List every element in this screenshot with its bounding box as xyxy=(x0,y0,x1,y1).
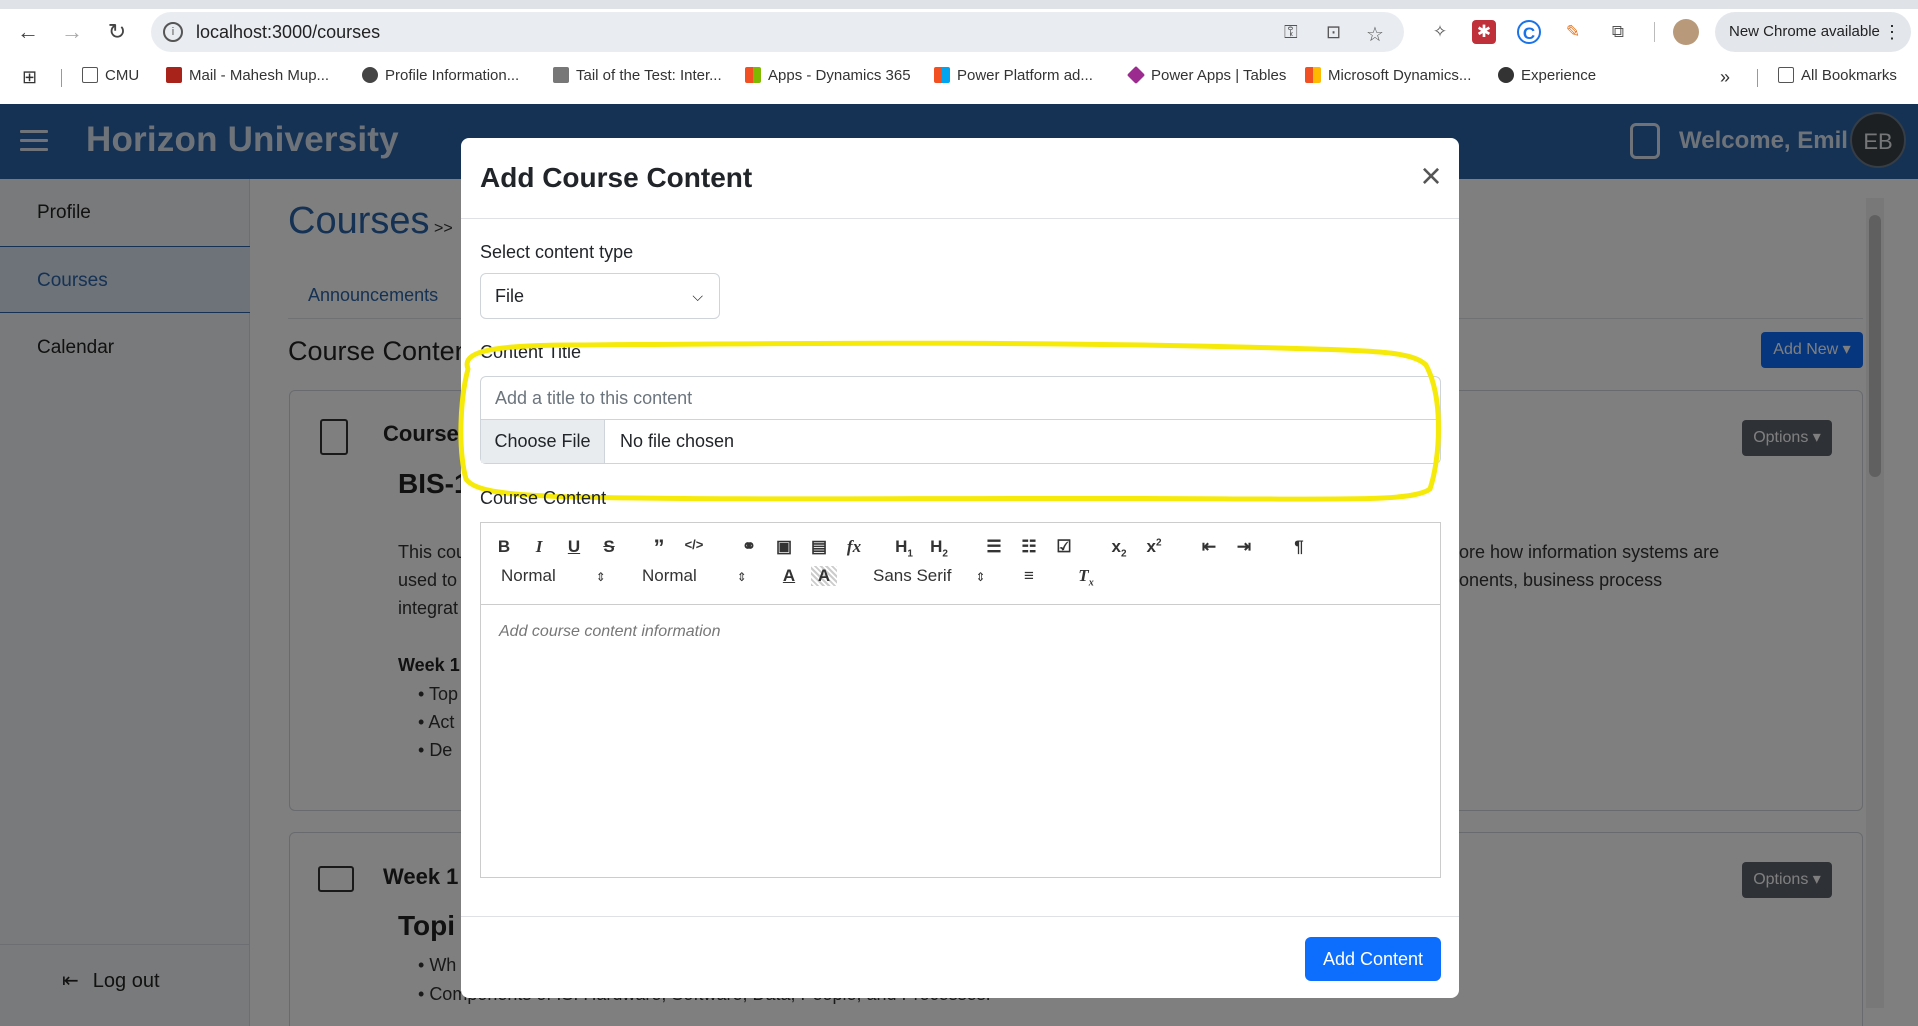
divider xyxy=(1654,22,1655,42)
profile-avatar[interactable] xyxy=(1673,19,1699,45)
rtl-icon[interactable]: ¶ xyxy=(1286,537,1312,557)
editor-toolbar: B I U S ” </> ⚭ ▣ ▤ fx H1 H2 ☰ ☷ ☑ x2 x2… xyxy=(481,523,1440,605)
divider xyxy=(1757,69,1758,87)
content-type-select[interactable]: File ⌵ xyxy=(480,273,720,319)
bookmark-item[interactable]: Power Platform ad... xyxy=(934,67,1093,84)
strike-icon[interactable]: S xyxy=(596,537,622,557)
align-icon[interactable]: ≡ xyxy=(1016,566,1042,586)
site-info-icon[interactable]: i xyxy=(163,22,183,42)
globe-icon xyxy=(1498,67,1514,83)
link-icon[interactable]: ⚭ xyxy=(736,537,762,557)
bullet-list-icon[interactable]: ☷ xyxy=(1016,537,1042,557)
sort-icon: ⇕ xyxy=(595,570,606,584)
apps-grid-icon[interactable]: ⊞ xyxy=(22,67,37,88)
h1-icon[interactable]: H1 xyxy=(891,537,917,559)
italic-icon[interactable]: I xyxy=(526,537,552,557)
bookmark-item[interactable]: Microsoft Dynamics... xyxy=(1305,67,1471,84)
puzzle-icon[interactable]: ⧉ xyxy=(1606,20,1630,44)
bookmark-label: Experience xyxy=(1521,67,1597,84)
powerapps-icon xyxy=(1126,65,1146,85)
select-value: Normal xyxy=(642,566,697,585)
kebab-icon: ⋮ xyxy=(1883,22,1901,42)
apple-icon xyxy=(362,67,378,83)
bookmark-label: Profile Information... xyxy=(385,67,520,84)
rich-text-editor: B I U S ” </> ⚭ ▣ ▤ fx H1 H2 ☰ ☷ ☑ x2 x2… xyxy=(480,522,1441,878)
install-icon[interactable]: ⊡ xyxy=(1326,22,1341,43)
bookmark-item[interactable]: Power Apps | Tables xyxy=(1126,65,1287,85)
blockquote-icon[interactable]: ” xyxy=(646,535,672,561)
bookmark-item[interactable]: Apps - Dynamics 365 xyxy=(745,67,911,84)
extension-icon[interactable]: ✧ xyxy=(1428,20,1452,44)
bookmark-item[interactable]: Profile Information... xyxy=(362,67,519,84)
text-color-icon[interactable]: A xyxy=(776,566,802,586)
bookmark-item[interactable]: CMU xyxy=(82,67,139,84)
ordered-list-icon[interactable]: ☰ xyxy=(981,537,1007,557)
bookmark-item[interactable]: Experience xyxy=(1498,67,1596,84)
subscript-icon[interactable]: x2 xyxy=(1106,537,1132,559)
indent-icon[interactable]: ⇥ xyxy=(1231,537,1257,557)
editor-placeholder[interactable]: Add course content information xyxy=(499,623,720,641)
modal-title: Add Course Content xyxy=(480,162,753,193)
forward-icon[interactable]: → xyxy=(58,18,86,46)
bookmark-item[interactable]: Mail - Mahesh Mup... xyxy=(166,67,329,84)
all-bookmarks[interactable]: All Bookmarks xyxy=(1778,67,1897,84)
background-color-icon[interactable]: A xyxy=(811,566,837,586)
folder-icon xyxy=(82,67,98,83)
formula-icon[interactable]: fx xyxy=(841,537,867,557)
checklist-icon[interactable]: ☑ xyxy=(1051,537,1077,557)
video-icon[interactable]: ▤ xyxy=(806,537,832,557)
folder-icon xyxy=(1778,67,1794,83)
content-type-label: Select content type xyxy=(480,242,634,262)
bookmark-item[interactable]: Tail of the Test: Inter... xyxy=(553,67,722,84)
bookmark-label: Power Apps | Tables xyxy=(1151,67,1287,84)
reload-icon[interactable]: ↻ xyxy=(103,18,131,46)
superscript-icon[interactable]: x2 xyxy=(1141,537,1167,557)
bookmark-label: Tail of the Test: Inter... xyxy=(576,67,722,84)
back-icon[interactable]: ← xyxy=(14,18,42,46)
add-content-button[interactable]: Add Content xyxy=(1305,937,1441,981)
chevron-down-icon: ⌵ xyxy=(692,288,703,304)
clear-format-icon[interactable]: Tx xyxy=(1073,566,1099,588)
select-value: Sans Serif xyxy=(873,566,952,585)
new-chrome-label: New Chrome available xyxy=(1729,23,1880,40)
select-value: File xyxy=(495,286,525,306)
microsoft-icon xyxy=(1305,67,1321,83)
bookmark-label: Apps - Dynamics 365 xyxy=(768,67,911,84)
bold-icon[interactable]: B xyxy=(491,537,517,557)
bird-icon xyxy=(553,67,569,83)
bookmark-label: Mail - Mahesh Mup... xyxy=(189,67,330,84)
code-icon[interactable]: </> xyxy=(681,537,707,552)
sort-icon: ⇕ xyxy=(736,570,747,584)
text-size-select[interactable]: Normal ⇕ xyxy=(642,566,747,586)
more-bookmarks-icon[interactable]: » xyxy=(1720,67,1730,88)
add-content-modal: Add Course Content × Select content type… xyxy=(458,138,1459,998)
picker-icon[interactable]: ✎ xyxy=(1561,20,1585,44)
extension-c-icon[interactable]: C xyxy=(1517,20,1541,44)
mail-icon xyxy=(166,67,182,83)
microsoft-icon xyxy=(934,67,950,83)
select-value: Normal xyxy=(501,566,556,585)
extension-icon[interactable]: ✱ xyxy=(1472,20,1496,44)
sort-icon: ⇕ xyxy=(975,570,986,584)
bookmark-label: CMU xyxy=(105,67,140,84)
outdent-icon[interactable]: ⇤ xyxy=(1196,537,1222,557)
microsoft-icon xyxy=(745,67,761,83)
h2-icon[interactable]: H2 xyxy=(926,537,952,559)
key-icon[interactable]: ⚿ xyxy=(1284,22,1298,43)
bookmark-label: Power Platform ad... xyxy=(957,67,1093,84)
course-content-label: Course Content xyxy=(480,488,607,508)
star-icon[interactable]: ☆ xyxy=(1366,22,1384,47)
tab-strip xyxy=(0,0,1918,9)
close-icon[interactable]: × xyxy=(1416,158,1446,194)
bookmark-label: Microsoft Dynamics... xyxy=(1328,67,1472,84)
new-chrome-button[interactable]: New Chrome available ⋮ xyxy=(1715,12,1911,52)
font-select[interactable]: Sans Serif ⇕ xyxy=(873,566,986,586)
all-bookmarks-label: All Bookmarks xyxy=(1801,67,1897,84)
url-text: localhost:3000/courses xyxy=(196,22,381,42)
image-icon[interactable]: ▣ xyxy=(771,537,797,557)
underline-icon[interactable]: U xyxy=(561,537,587,557)
divider xyxy=(61,69,62,87)
header-size-select[interactable]: Normal ⇕ xyxy=(501,566,606,586)
highlight-annotation xyxy=(458,340,1441,502)
